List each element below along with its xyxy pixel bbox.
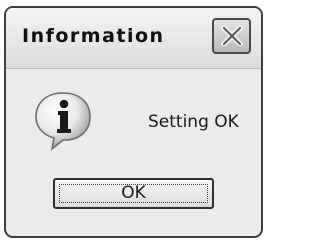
information-dialog: Information Setting OK OK <box>4 6 263 238</box>
ok-button-label: OK <box>121 183 146 203</box>
ok-button[interactable]: OK <box>53 178 214 209</box>
close-button[interactable] <box>212 18 251 54</box>
title-bar[interactable]: Information <box>6 8 261 69</box>
dialog-title: Information <box>22 25 165 47</box>
dialog-message: Setting OK <box>148 112 239 132</box>
close-icon <box>221 26 243 46</box>
information-icon <box>35 92 91 151</box>
